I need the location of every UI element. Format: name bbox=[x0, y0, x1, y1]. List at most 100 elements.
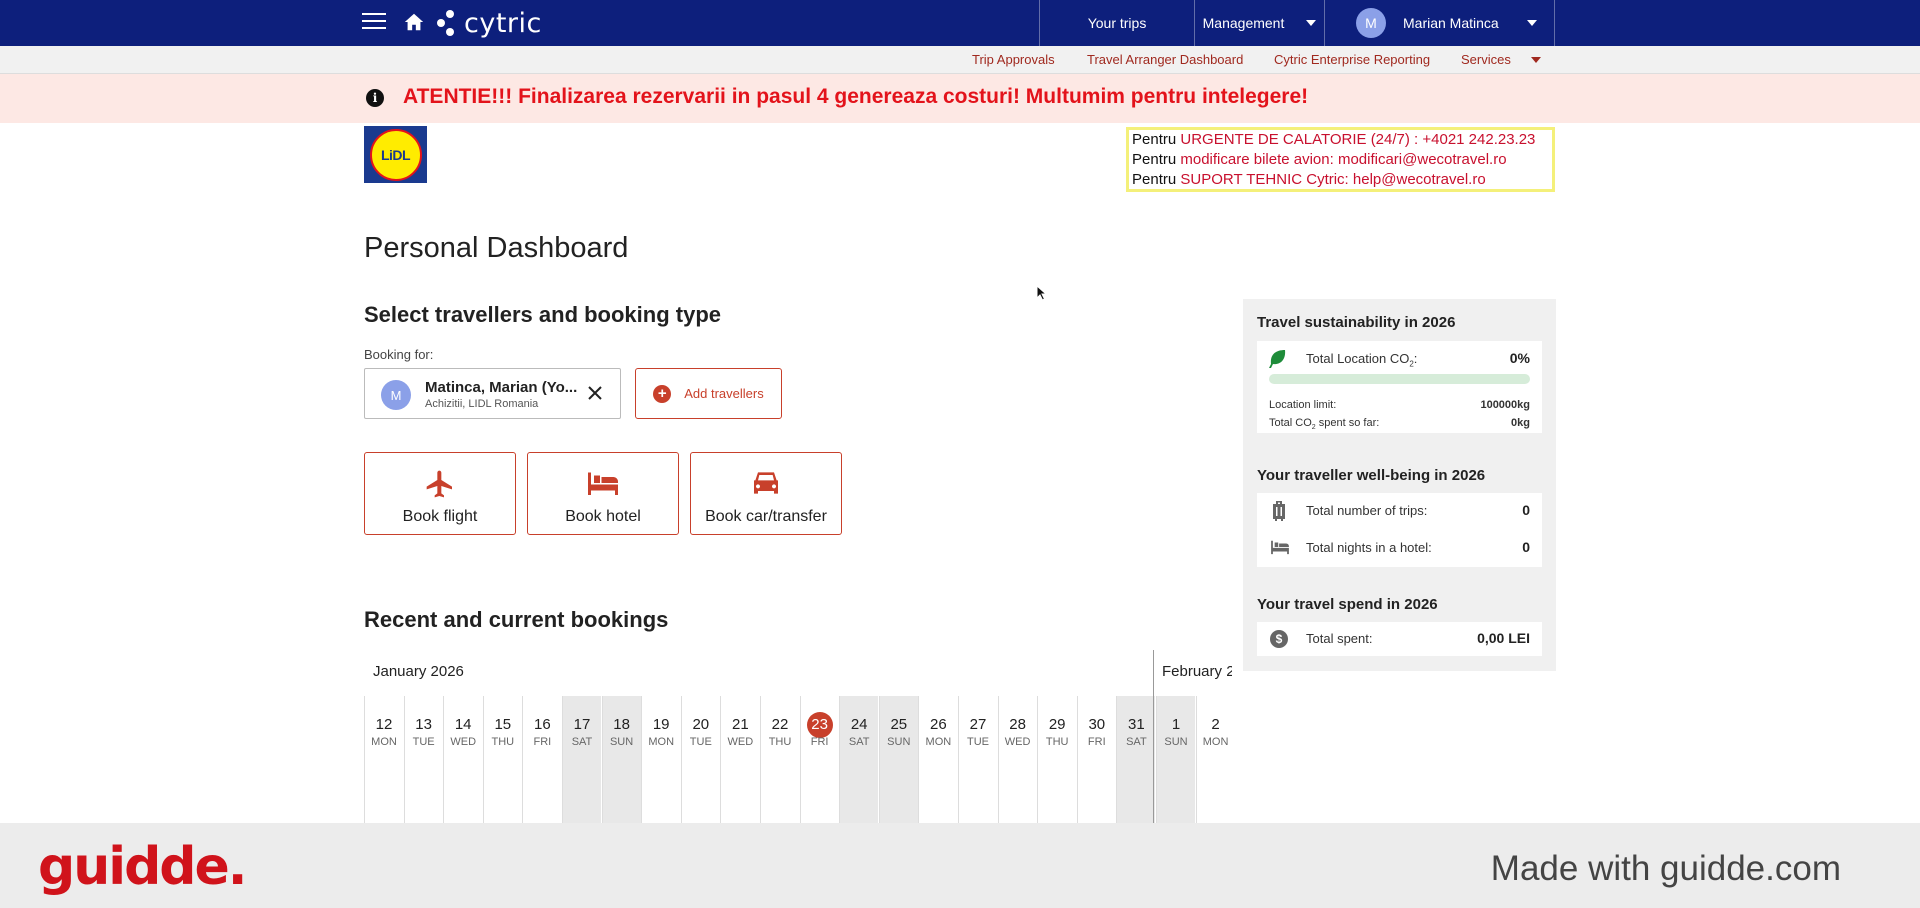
calendar-day[interactable]: 28 WED bbox=[997, 696, 1037, 823]
calendar-day[interactable]: 2 MON bbox=[1195, 696, 1235, 823]
book-car-button[interactable]: Book car/transfer bbox=[690, 452, 842, 535]
calendar-day[interactable]: 26 MON bbox=[918, 696, 957, 823]
co2-label: Total Location CO2: bbox=[1306, 351, 1418, 369]
mouse-cursor-icon bbox=[1036, 285, 1048, 301]
traveller-chip[interactable]: M Matinca, Marian (Yo... Achizitii, LIDL… bbox=[364, 368, 621, 419]
subnav-enterprise-reporting[interactable]: Cytric Enterprise Reporting bbox=[1274, 52, 1430, 67]
cytric-logo-icon bbox=[437, 10, 454, 36]
calendar-day-weekday: SUN bbox=[1164, 736, 1188, 748]
total-spent-label: Total spent: bbox=[1306, 631, 1373, 646]
info-icon: i bbox=[366, 89, 384, 107]
chevron-down-icon[interactable] bbox=[1531, 57, 1541, 63]
month-divider bbox=[1153, 650, 1154, 823]
subnav-travel-arranger-dashboard[interactable]: Travel Arranger Dashboard bbox=[1087, 52, 1243, 67]
calendar-day-number: 20 bbox=[692, 716, 710, 733]
book-hotel-button[interactable]: Book hotel bbox=[527, 452, 679, 535]
calendar-day-weekday: SUN bbox=[609, 736, 634, 748]
calendar-day-number: 21 bbox=[732, 716, 749, 733]
contact-info-box: Pentru URGENTE DE CALATORIE (24/7) : +40… bbox=[1126, 127, 1555, 192]
calendar-day-number: 26 bbox=[930, 716, 947, 733]
calendar-day[interactable]: 25 SUN bbox=[878, 696, 918, 823]
guidde-footer: guidde. Made with guidde.com bbox=[0, 823, 1920, 908]
menu-icon[interactable] bbox=[362, 13, 386, 33]
cytric-logo[interactable]: cytric bbox=[436, 6, 542, 40]
calendar-day-weekday: MON bbox=[1202, 736, 1229, 748]
calendar-day[interactable]: 15 THU bbox=[482, 696, 522, 823]
luggage-icon bbox=[1273, 501, 1285, 521]
nights-value: 0 bbox=[1522, 539, 1530, 555]
contact-line-changes: Pentru modificare bilete avion: modifica… bbox=[1132, 151, 1507, 168]
calendar-day[interactable]: 12 MON bbox=[364, 696, 403, 823]
calendar-day-number: 18 bbox=[613, 716, 630, 733]
nav-management-label: Management bbox=[1202, 15, 1285, 31]
calendar-day[interactable]: 27 TUE bbox=[958, 696, 997, 823]
calendar-day-weekday: WED bbox=[450, 736, 477, 748]
subnav-trip-approvals[interactable]: Trip Approvals bbox=[972, 52, 1055, 67]
subnav-services[interactable]: Services bbox=[1461, 52, 1511, 67]
calendar-day-number: 30 bbox=[1088, 716, 1106, 733]
calendar-day[interactable]: 24 SAT bbox=[839, 696, 879, 823]
calendar-day[interactable]: 19 MON bbox=[641, 696, 680, 823]
calendar-day-weekday: TUE bbox=[689, 736, 712, 748]
calendar-day-weekday: WED bbox=[727, 736, 754, 748]
add-travellers-button[interactable]: + Add travellers bbox=[635, 368, 782, 419]
home-icon[interactable] bbox=[403, 11, 425, 38]
select-travellers-heading: Select travellers and booking type bbox=[364, 302, 722, 327]
lidl-logo-text: LiDL bbox=[380, 146, 411, 163]
dollar-icon: $ bbox=[1270, 630, 1288, 648]
co2-value: 0% bbox=[1509, 350, 1530, 366]
calendar-day[interactable]: 31 SAT bbox=[1116, 696, 1156, 823]
trips-value: 0 bbox=[1522, 502, 1530, 518]
calendar-day-weekday: THU bbox=[491, 736, 515, 748]
calendar-day[interactable]: 29 THU bbox=[1037, 696, 1076, 823]
calendar-day-weekday: TUE bbox=[967, 736, 989, 748]
car-icon bbox=[754, 472, 778, 494]
calendar-day-weekday: WED bbox=[1004, 736, 1031, 748]
nav-management[interactable]: Management bbox=[1194, 0, 1324, 46]
calendar-day-number: 13 bbox=[415, 716, 432, 733]
guidde-logo: guidde. bbox=[38, 837, 248, 897]
calendar-day[interactable]: 21 WED bbox=[720, 696, 759, 823]
calendar-day-weekday: THU bbox=[1045, 736, 1069, 748]
spend-title: Your travel spend in 2026 bbox=[1257, 596, 1438, 613]
calendar-day[interactable]: 18 SUN bbox=[601, 696, 641, 823]
calendar-day[interactable]: 23 FRI bbox=[799, 696, 839, 823]
bed-icon bbox=[1271, 540, 1289, 555]
avatar: M bbox=[1356, 8, 1386, 38]
nav-your-trips[interactable]: Your trips bbox=[1039, 0, 1194, 46]
traveller-name: Matinca, Marian (Yo... bbox=[425, 379, 578, 396]
calendar-day[interactable]: 14 WED bbox=[443, 696, 482, 823]
calendar-month-label: February 2 bbox=[1162, 663, 1232, 680]
user-menu[interactable]: M Marian Matinca bbox=[1324, 0, 1555, 46]
calendar-day-number: 2 bbox=[1211, 716, 1220, 733]
made-with-text: Made with guidde.com bbox=[1490, 849, 1841, 888]
calendar-day-number: 16 bbox=[534, 716, 551, 733]
co2-spent-label: Total CO2 spent so far: bbox=[1269, 417, 1380, 432]
calendar-month-label: January 2026 bbox=[373, 663, 464, 680]
calendar-day-number: 19 bbox=[652, 716, 670, 733]
avatar: M bbox=[381, 380, 411, 410]
calendar-day-number: 15 bbox=[494, 716, 512, 733]
brand-name: cytric bbox=[464, 7, 542, 39]
wellbeing-title: Your traveller well-being in 2026 bbox=[1257, 467, 1486, 484]
calendar-day-number: 14 bbox=[454, 716, 472, 733]
calendar-day[interactable]: 16 FRI bbox=[522, 696, 561, 823]
close-icon[interactable] bbox=[587, 385, 603, 404]
calendar-day[interactable]: 13 TUE bbox=[403, 696, 443, 823]
calendar-day-weekday: FRI bbox=[810, 736, 829, 748]
calendar-day[interactable]: 22 THU bbox=[760, 696, 799, 823]
calendar-day-number: 17 bbox=[573, 716, 591, 733]
co2-progress-bar bbox=[1269, 374, 1530, 384]
book-flight-label: Book flight bbox=[402, 508, 478, 525]
calendar-day[interactable]: 1 SUN bbox=[1156, 696, 1195, 823]
calendar-day[interactable]: 30 FRI bbox=[1076, 696, 1116, 823]
trips-label: Total number of trips: bbox=[1306, 503, 1428, 518]
add-travellers-label: Add travellers bbox=[684, 386, 764, 401]
calendar-day[interactable]: 20 TUE bbox=[680, 696, 720, 823]
chevron-down-icon bbox=[1306, 20, 1317, 26]
book-flight-button[interactable]: Book flight bbox=[364, 452, 516, 535]
sustainability-card: Total Location CO2: 0% Location limit: 1… bbox=[1257, 341, 1542, 433]
calendar-day[interactable]: 17 SAT bbox=[562, 696, 601, 823]
sustainability-title: Travel sustainability in 2026 bbox=[1257, 314, 1456, 331]
alert-banner: i ATENTIE!!! Finalizarea rezervarii in p… bbox=[0, 74, 1920, 123]
